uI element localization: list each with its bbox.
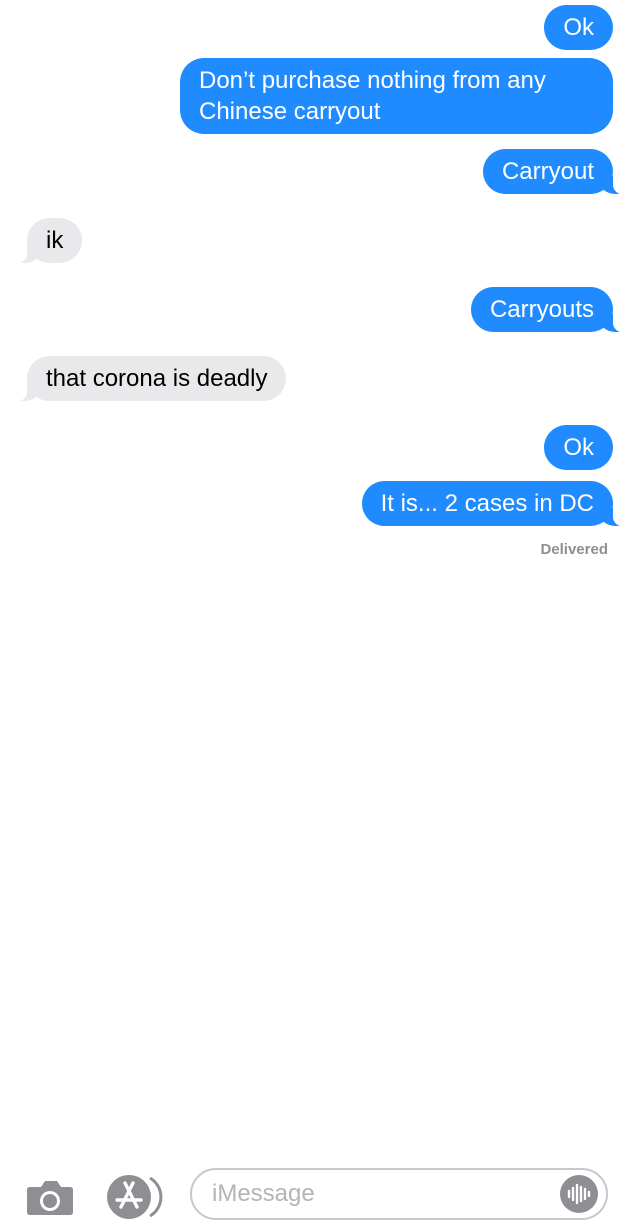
- app-store-icon[interactable]: [106, 1174, 164, 1220]
- audio-waveform-icon[interactable]: [560, 1175, 598, 1213]
- message-bubble-received[interactable]: ik: [4, 218, 83, 264]
- message-bubble-received[interactable]: that corona is deadly: [4, 356, 287, 402]
- delivery-status: Delivered: [540, 541, 608, 558]
- message-composer: [0, 580, 640, 1220]
- message-input[interactable]: [212, 1179, 552, 1209]
- message-bubble-sent[interactable]: Ok: [544, 5, 613, 50]
- message-bubble-sent[interactable]: Ok: [544, 425, 613, 470]
- message-bubble-sent[interactable]: Carryouts: [470, 287, 636, 333]
- message-bubble-sent[interactable]: Carryout: [482, 149, 636, 195]
- message-bubble-sent[interactable]: It is... 2 cases in DC: [361, 481, 636, 527]
- message-thread: Ok Don’t purchase nothing from any Chine…: [0, 0, 640, 580]
- message-bubble-sent[interactable]: Don’t purchase nothing from any Chinese …: [180, 58, 613, 134]
- camera-icon[interactable]: [26, 1180, 74, 1216]
- message-input-field[interactable]: [190, 1168, 608, 1220]
